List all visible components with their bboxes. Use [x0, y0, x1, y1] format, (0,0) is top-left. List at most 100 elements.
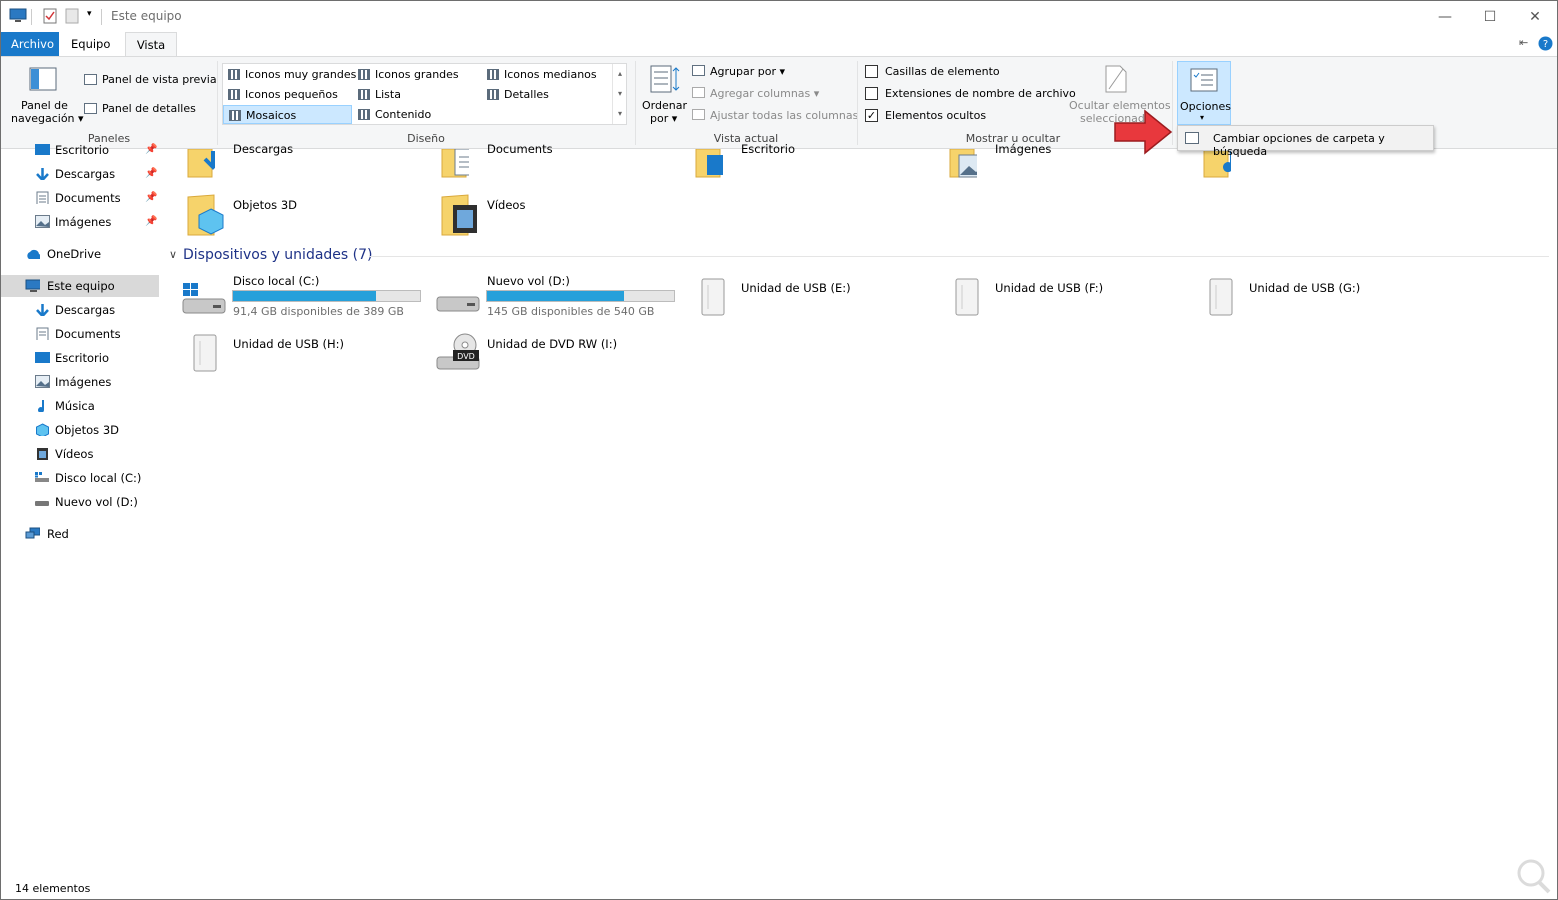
nav-item-imagenes[interactable]: Imágenes 📌	[1, 211, 159, 233]
desktop-folder-icon	[695, 149, 723, 178]
window-title: Este equipo	[111, 9, 182, 23]
tab-equipo[interactable]: Equipo	[61, 32, 120, 56]
details-pane-button[interactable]: Panel de detalles	[102, 102, 196, 115]
nav-label: Documents	[55, 191, 121, 205]
music-note-icon	[38, 400, 45, 412]
drive-label-f[interactable]: Unidad de USB (F:)	[995, 281, 1103, 295]
new-folder-icon[interactable]	[65, 8, 79, 24]
status-item-count: 14 elementos	[15, 882, 91, 895]
nav-item-pc-nuevo-vol-d[interactable]: Nuevo vol (D:)	[1, 491, 159, 513]
maximize-button[interactable]: ☐	[1467, 1, 1513, 32]
hidden-items-checkbox[interactable]: ✓	[865, 109, 878, 122]
layout-medium-icons[interactable]: Iconos medianos	[482, 65, 610, 84]
nav-item-este-equipo[interactable]: Este equipo	[1, 275, 159, 297]
nav-item-documents[interactable]: Documents 📌	[1, 187, 159, 209]
add-columns-button[interactable]: Agregar columnas ▾	[710, 87, 819, 100]
download-arrow-icon	[36, 168, 49, 180]
group-by-icon	[692, 65, 705, 76]
separator	[857, 61, 858, 145]
collapse-chevron-icon[interactable]: ∨	[169, 248, 177, 261]
layout-extra-large-icons[interactable]: Iconos muy grandes	[223, 65, 356, 84]
layout-label: Iconos medianos	[504, 68, 597, 81]
usb-drive-icon	[1209, 278, 1233, 316]
nav-item-pc-disco-c[interactable]: Disco local (C:)	[1, 467, 159, 489]
layout-list[interactable]: Lista	[353, 85, 481, 104]
layout-content[interactable]: Contenido	[353, 105, 481, 124]
item-checkboxes-label: Casillas de elemento	[885, 65, 1000, 78]
folder-label-videos[interactable]: Vídeos	[487, 198, 525, 212]
folder-label-imagenes[interactable]: Imágenes	[995, 142, 1051, 156]
minimize-button[interactable]: —	[1422, 1, 1468, 32]
opciones-chevron-icon: ▾	[1200, 113, 1205, 122]
help-icon[interactable]: ?	[1538, 36, 1553, 51]
downloads-folder-icon	[187, 149, 215, 178]
preview-pane-button[interactable]: Panel de vista previa	[102, 73, 217, 86]
drive-label-h[interactable]: Unidad de USB (H:)	[233, 337, 344, 351]
fit-columns-button[interactable]: Ajustar todas las columnas	[710, 109, 858, 122]
customize-toolbar-chevron-icon[interactable]: ▾	[87, 9, 92, 19]
drive-icon	[35, 501, 49, 506]
nav-item-pc-objetos-3d[interactable]: Objetos 3D	[1, 419, 159, 441]
nav-item-pc-descargas[interactable]: Descargas	[1, 299, 159, 321]
document-icon	[36, 191, 49, 204]
nav-item-escritorio[interactable]: Escritorio 📌	[1, 139, 159, 161]
download-arrow-icon	[36, 304, 49, 316]
pin-icon: 📌	[145, 216, 158, 227]
collapse-ribbon-icon[interactable]: ⇤	[1519, 36, 1528, 49]
computer-icon	[25, 279, 40, 292]
drive-label-e[interactable]: Unidad de USB (E:)	[741, 281, 851, 295]
nav-item-descargas[interactable]: Descargas 📌	[1, 163, 159, 185]
layout-label: Mosaicos	[246, 109, 297, 122]
desktop-icon	[35, 144, 50, 155]
red-arrow-icon	[1114, 109, 1173, 155]
usb-drive-icon	[193, 334, 217, 372]
folder-label-objetos-3d[interactable]: Objetos 3D	[233, 198, 297, 212]
layout-label: Iconos pequeños	[245, 88, 338, 101]
group-by-button[interactable]: Agrupar por ▾	[710, 65, 785, 78]
nav-item-pc-imagenes[interactable]: Imágenes	[1, 371, 159, 393]
opciones-button[interactable]: Opciones ▾	[1177, 61, 1231, 125]
nav-item-pc-musica[interactable]: Música	[1, 395, 159, 417]
folder-label-escritorio[interactable]: Escritorio	[741, 142, 795, 156]
drive-label-c[interactable]: Disco local (C:)	[233, 274, 319, 288]
layout-icon	[228, 69, 240, 80]
file-extensions-checkbox[interactable]	[865, 87, 878, 100]
nav-pane-label-2: navegación ▾	[11, 112, 84, 125]
sort-by-button[interactable]: Ordenar por ▾	[640, 61, 687, 127]
layout-details[interactable]: Detalles	[482, 85, 610, 104]
pictures-icon	[35, 215, 50, 228]
folder-label-descargas[interactable]: Descargas	[233, 142, 293, 156]
nav-item-pc-escritorio[interactable]: Escritorio	[1, 347, 159, 369]
navigation-pane-button[interactable]: Panel de navegación ▾	[9, 61, 84, 127]
drive-label-d[interactable]: Nuevo vol (D:)	[487, 274, 570, 288]
sort-label-2: por ▾	[650, 112, 678, 125]
tab-archivo[interactable]: Archivo	[1, 32, 59, 56]
nav-label: Imágenes	[55, 375, 112, 389]
options-icon	[1190, 68, 1218, 92]
nav-item-pc-documents[interactable]: Documents	[1, 323, 159, 345]
devices-section-title[interactable]: Dispositivos y unidades (7)	[183, 247, 373, 263]
layout-tiles[interactable]: Mosaicos	[223, 105, 352, 124]
folder-label-documents[interactable]: Documents	[487, 142, 553, 156]
add-columns-icon	[692, 87, 705, 98]
layout-small-icons[interactable]: Iconos pequeños	[223, 85, 351, 104]
close-button[interactable]: ✕	[1512, 1, 1557, 32]
drive-d-usage-fill	[487, 291, 624, 301]
ribbon-tabs: Archivo Equipo Vista ⇤ ?	[1, 32, 1557, 57]
nav-item-red[interactable]: Red	[1, 523, 159, 545]
group-label-diseno: Diseño	[407, 132, 445, 145]
change-folder-options-menu-item[interactable]: Cambiar opciones de carpeta y búsqueda	[1213, 132, 1433, 158]
item-checkboxes-checkbox[interactable]	[865, 65, 878, 78]
tab-vista[interactable]: Vista	[125, 32, 177, 57]
nav-label: Disco local (C:)	[55, 471, 142, 485]
drive-label-i[interactable]: Unidad de DVD RW (I:)	[487, 337, 617, 351]
layout-icon	[487, 89, 499, 100]
layout-large-icons[interactable]: Iconos grandes	[353, 65, 481, 84]
pictures-folder-icon	[949, 149, 977, 178]
layout-scroll[interactable]: ▴ ▾ ▾	[612, 64, 627, 124]
nav-item-pc-videos[interactable]: Vídeos	[1, 443, 159, 465]
properties-icon[interactable]	[43, 8, 57, 24]
pictures-icon	[35, 375, 50, 388]
drive-label-g[interactable]: Unidad de USB (G:)	[1249, 281, 1360, 295]
nav-item-onedrive[interactable]: OneDrive	[1, 243, 159, 265]
